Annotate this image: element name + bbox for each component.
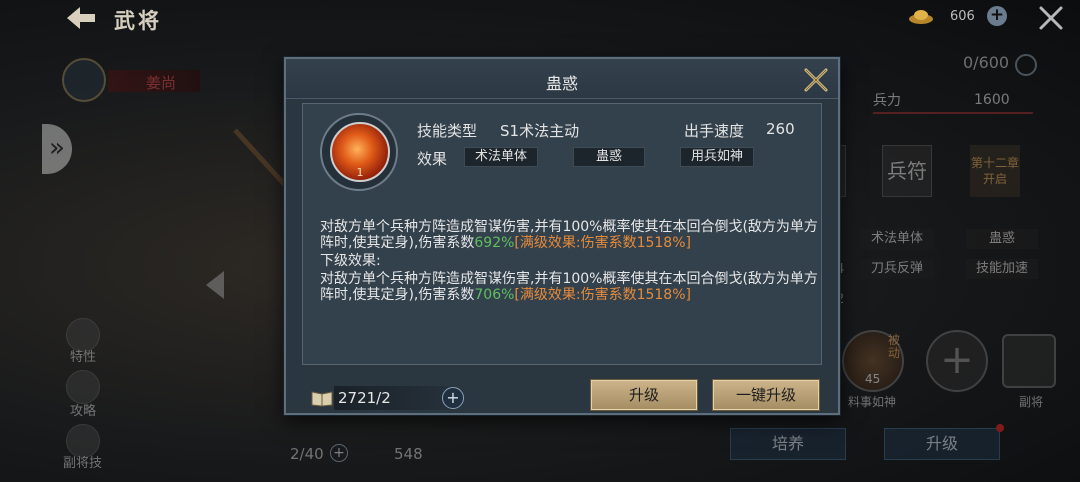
skill-description: 对敌方单个兵种方阵造成智谋伤害,并有100%概率使其在本回合倒戈(敌方为单方阵时… bbox=[320, 219, 820, 303]
skill-level-badge: 1 bbox=[356, 166, 364, 179]
deputy-label: 副将 bbox=[1019, 395, 1044, 409]
add-gold-button[interactable]: + bbox=[987, 6, 1007, 26]
close-icon[interactable] bbox=[1038, 5, 1064, 31]
add-skill-button[interactable]: + bbox=[926, 330, 988, 392]
side-menu-trait[interactable]: 特性 bbox=[70, 346, 96, 365]
previous-hero-arrow-icon[interactable] bbox=[206, 271, 224, 299]
stat-value: 1600 bbox=[974, 92, 1010, 108]
train-button[interactable]: 培养 bbox=[730, 428, 846, 460]
skill-book-icon bbox=[311, 391, 333, 407]
side-menu-deputy-skill[interactable]: 副将技 bbox=[63, 452, 102, 471]
effect-tag: 蛊惑 bbox=[573, 147, 645, 167]
locked-skill-level: 45 bbox=[865, 372, 881, 386]
current-coefficient: 692% bbox=[474, 235, 515, 251]
guide-icon[interactable] bbox=[66, 370, 100, 404]
effect-tag: 用兵如神 bbox=[680, 147, 754, 167]
gold-amount: 606 bbox=[950, 9, 975, 24]
skill-tag: 刀兵反弹 bbox=[860, 259, 934, 279]
upgrade-button[interactable]: 升级 bbox=[590, 379, 698, 411]
passive-tag: 被动 bbox=[888, 333, 901, 360]
speed-value: 260 bbox=[766, 120, 795, 138]
speed-label: 出手速度 bbox=[684, 122, 745, 140]
refresh-icon[interactable] bbox=[1015, 54, 1037, 76]
locked-skill-label: 料事如神 bbox=[848, 395, 897, 409]
skill-tag: 技能加速 bbox=[966, 259, 1038, 279]
notification-dot bbox=[996, 424, 1004, 432]
skill-tag: 蛊惑 bbox=[966, 229, 1038, 249]
back-arrow-icon[interactable] bbox=[64, 4, 98, 32]
skill-type-value: S1术法主动 bbox=[500, 122, 580, 140]
close-dialog-icon[interactable] bbox=[802, 66, 830, 94]
one-key-upgrade-button[interactable]: 一键升级 bbox=[712, 379, 820, 411]
hero-name: 姜尚 bbox=[146, 74, 177, 92]
troop-count: 0/600 bbox=[963, 53, 1010, 72]
effect-tag: 术法单体 bbox=[464, 147, 538, 167]
hero-crest-icon bbox=[62, 58, 106, 102]
hero-weapon-icon bbox=[233, 128, 287, 187]
fragment-count: 2/40 bbox=[290, 445, 324, 463]
power-value: 548 bbox=[394, 445, 423, 463]
effect-label: 效果 bbox=[417, 150, 448, 168]
locked-slot: 第十二章开启 bbox=[970, 145, 1020, 197]
dialog-title: 蛊惑 bbox=[545, 74, 578, 93]
stat-underline bbox=[873, 112, 1033, 114]
add-skill-book-button[interactable]: + bbox=[442, 387, 464, 409]
hero-upgrade-button[interactable]: 升级 bbox=[884, 428, 1000, 460]
expand-arrow-button[interactable]: » bbox=[42, 124, 72, 174]
skill-type-label: 技能类型 bbox=[417, 122, 478, 140]
add-fragment-button[interactable]: + bbox=[330, 444, 348, 462]
next-level-label: 下级效果: bbox=[320, 253, 381, 269]
stat-label: 兵力 bbox=[873, 93, 901, 109]
skill-book-count: 2721/2 bbox=[338, 389, 391, 407]
next-max-level-effect: [满级效果:伤害系数1518%] bbox=[514, 287, 691, 303]
gold-ingot-icon bbox=[909, 10, 933, 24]
skill-tag: 术法单体 bbox=[860, 229, 934, 249]
deputy-slot-icon[interactable] bbox=[1002, 334, 1056, 388]
skill-detail-dialog: 蛊惑 1 技能类型 S1术法主动 出手速度 260 效果 术法单体 蛊惑 用兵如… bbox=[284, 57, 840, 415]
next-coefficient: 706% bbox=[474, 287, 515, 303]
top-bar: 武将 606 + bbox=[0, 0, 1080, 38]
talisman-slot[interactable]: 兵符 bbox=[882, 145, 932, 197]
current-max-level-effect: [满级效果:伤害系数1518%] bbox=[514, 235, 691, 251]
side-menu-guide[interactable]: 攻略 bbox=[70, 400, 96, 419]
page-title: 武将 bbox=[114, 9, 162, 33]
